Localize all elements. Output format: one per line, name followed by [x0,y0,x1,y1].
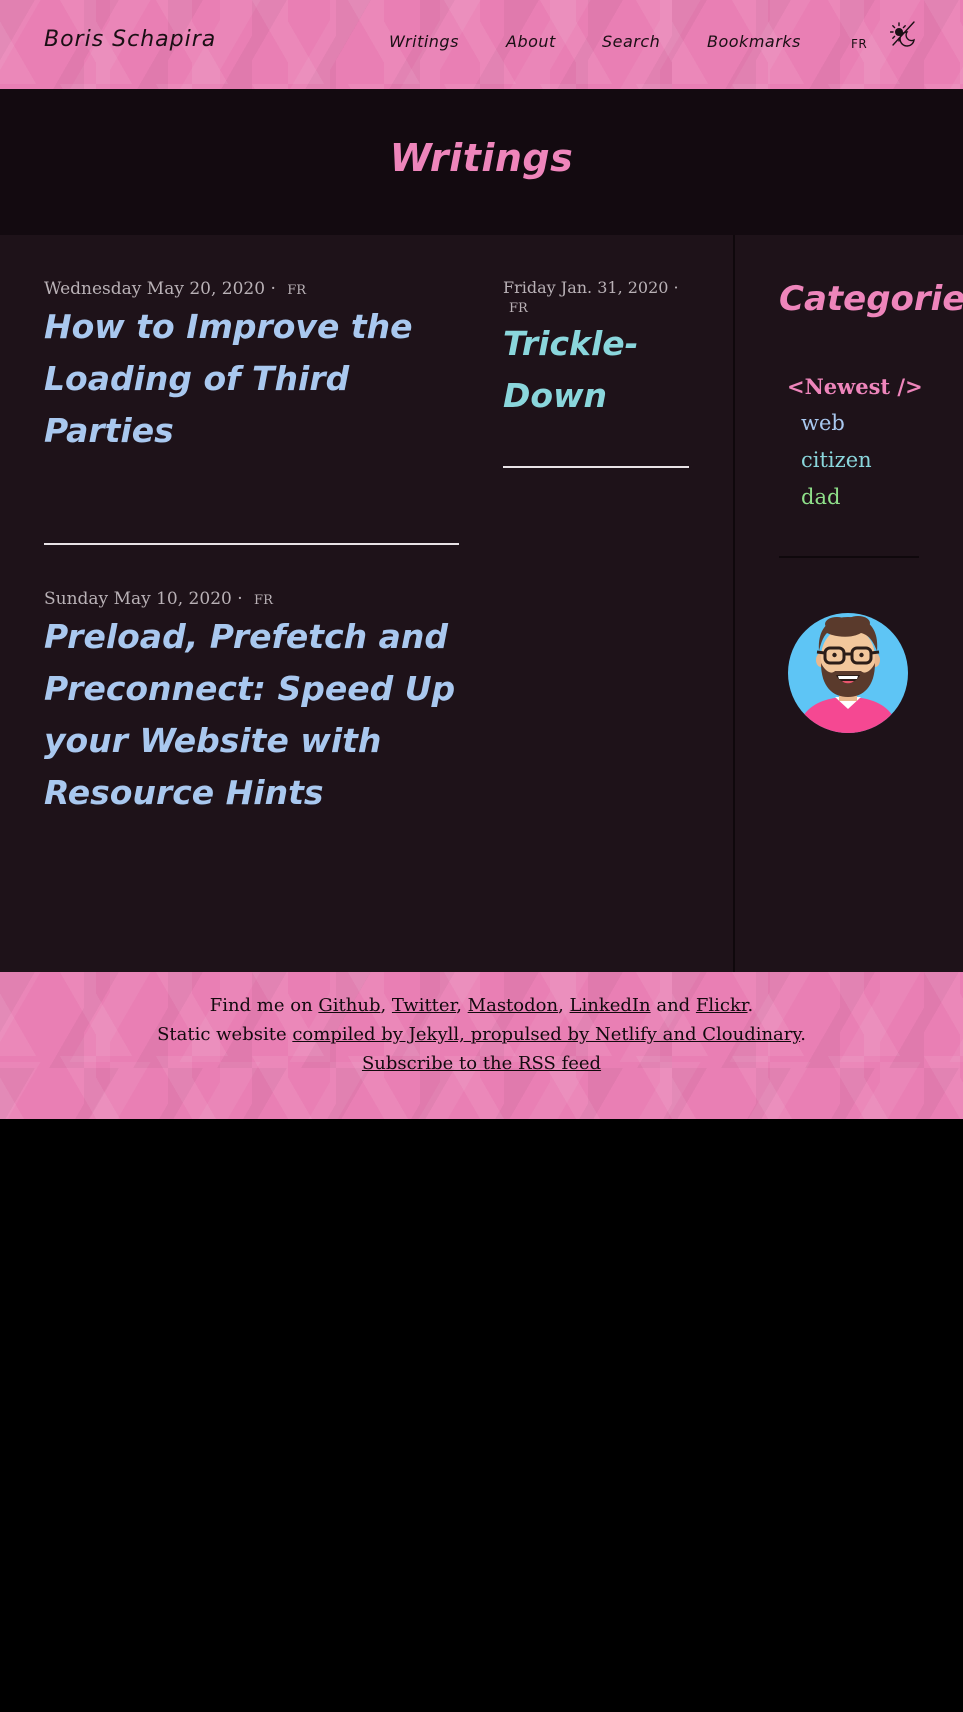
post-date: Wednesday May 20, 2020 [44,279,266,299]
page-hero: Writings [0,89,963,235]
flickr-link[interactable]: Flickr [696,995,748,1016]
site-header: Boris Schapira Writings About Search Boo… [0,0,963,89]
footer-rss-line: Subscribe to the RSS feed [0,1053,963,1074]
category-web[interactable]: web [787,405,923,442]
post-divider [44,543,459,545]
sidebar-rule [779,556,919,558]
category-dad[interactable]: dad [787,479,923,516]
rss-link[interactable]: Subscribe to the RSS feed [362,1053,601,1074]
category-citizen[interactable]: citizen [787,442,923,479]
meta-separator: · [673,278,679,297]
post-item: Friday Jan. 31, 2020 · FR Trickle-Down [503,278,703,422]
github-link[interactable]: Github [318,995,380,1016]
post-lang-link[interactable]: FR [254,593,273,608]
main-content: Wednesday May 20, 2020 · FR How to Impro… [0,235,963,972]
post-date: Friday Jan. 31, 2020 [503,278,669,297]
footer-text: , [456,995,468,1016]
post-date: Sunday May 10, 2020 [44,589,232,609]
post-title-link[interactable]: How to Improve the Loading of Third Part… [44,301,464,457]
nav-bookmarks[interactable]: Bookmarks [707,32,801,51]
post-divider [503,466,689,468]
post-title-link[interactable]: Preload, Prefetch and Preconnect: Speed … [44,611,474,819]
nav-writings[interactable]: Writings [389,32,459,51]
post-lang-link[interactable]: FR [287,283,306,298]
category-list: <Newest /> web citizen dad [787,368,923,516]
nav-about[interactable]: About [506,32,556,51]
category-newest[interactable]: <Newest /> [787,368,923,405]
nav-search[interactable]: Search [602,32,660,51]
footer-text: , [380,995,392,1016]
sun-moon-icon[interactable] [890,20,916,48]
footer-text: , [558,995,570,1016]
linkedin-link[interactable]: LinkedIn [570,995,651,1016]
avatar-illustration [788,613,908,733]
footer-text: Static website [157,1024,293,1045]
sidebar-divider [733,235,735,972]
stack-link[interactable]: compiled by Jekyll, propulsed by Netlify… [292,1024,800,1045]
page-title: Writings [389,136,574,180]
mastodon-link[interactable]: Mastodon [468,995,558,1016]
twitter-link[interactable]: Twitter [392,995,456,1016]
categories-heading: Categories [779,279,963,319]
post-item: Wednesday May 20, 2020 · FR How to Impro… [44,279,464,457]
post-meta: Wednesday May 20, 2020 · FR [44,279,464,299]
footer-text: and [650,995,696,1016]
post-meta: Friday Jan. 31, 2020 · FR [503,278,703,316]
meta-separator: · [237,589,243,609]
footer-text: . [800,1024,806,1045]
post-meta: Sunday May 10, 2020 · FR [44,589,474,609]
main-nav: Writings About Search Bookmarks FR [0,32,963,62]
meta-separator: · [270,279,276,299]
post-item: Sunday May 10, 2020 · FR Preload, Prefet… [44,589,474,819]
site-footer: Find me on Github, Twitter, Mastodon, Li… [0,972,963,1119]
footer-stack-line: Static website compiled by Jekyll, propu… [0,1024,963,1045]
footer-text: . [747,995,754,1016]
footer-social-line: Find me on Github, Twitter, Mastodon, Li… [0,995,963,1016]
post-title-link[interactable]: Trickle-Down [503,318,703,422]
post-lang-link[interactable]: FR [509,301,528,316]
footer-text: Find me on [209,995,319,1016]
nav-lang-fr[interactable]: FR [851,37,867,51]
